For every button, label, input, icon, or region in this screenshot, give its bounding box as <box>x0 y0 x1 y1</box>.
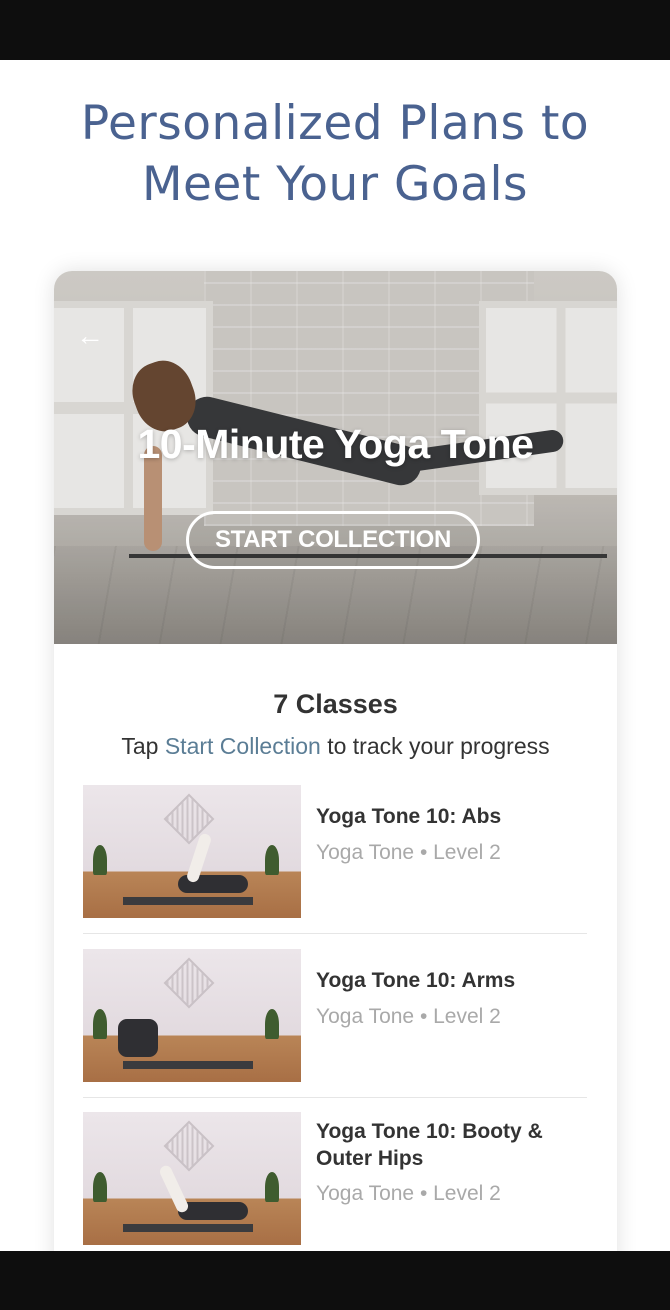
class-list-item[interactable]: Yoga Tone 10: Arms Yoga Tone • Level 2 <box>83 949 587 1089</box>
class-thumbnail <box>83 949 301 1082</box>
hero-image: ← 10-Minute Yoga Tone START COLLECTION <box>54 271 617 644</box>
class-title: Yoga Tone 10: Booty & Outer Hips <box>316 1120 543 1170</box>
plant-left <box>93 845 107 875</box>
thumb-legs <box>157 1163 191 1215</box>
collection-title: 10-Minute Yoga Tone <box>137 421 534 467</box>
thumb-mat <box>123 1224 253 1232</box>
system-status-bar <box>0 0 670 60</box>
plant-right <box>265 1009 279 1039</box>
start-collection-link[interactable]: Start Collection <box>165 733 321 759</box>
class-title: Yoga Tone 10: Abs <box>316 805 502 828</box>
class-thumbnail <box>83 785 301 918</box>
thumb-mat <box>123 1061 253 1069</box>
back-arrow-icon[interactable]: ← <box>76 321 106 351</box>
wall-emblem <box>163 957 215 1009</box>
class-list-item[interactable]: Yoga Tone 10: Abs Yoga Tone • Level 2 <box>83 785 587 925</box>
plant-right <box>265 845 279 875</box>
collection-card: ← 10-Minute Yoga Tone START COLLECTION 7… <box>54 271 617 1271</box>
class-thumbnail <box>83 1112 301 1245</box>
start-collection-button[interactable]: START COLLECTION <box>186 511 480 569</box>
hint-suffix: to track your progress <box>320 733 550 759</box>
plant-left <box>93 1172 107 1202</box>
plant-right <box>265 1172 279 1202</box>
system-nav-bar <box>0 1251 670 1310</box>
list-divider <box>83 933 587 934</box>
list-divider <box>83 1097 587 1098</box>
thumb-person <box>118 1019 158 1057</box>
thumb-mat <box>123 897 253 905</box>
wall-emblem <box>163 1120 215 1172</box>
headline-line-1: Personalized Plans to <box>80 96 590 151</box>
class-title: Yoga Tone 10: Arms <box>316 969 516 992</box>
page-headline: Personalized Plans to Meet Your Goals <box>0 93 670 215</box>
headline-line-2: Meet Your Goals <box>141 157 529 212</box>
class-meta: Yoga Tone • Level 2 <box>316 841 501 864</box>
class-meta: Yoga Tone • Level 2 <box>316 1005 501 1028</box>
classes-count: 7 Classes <box>273 689 398 719</box>
class-list-item[interactable]: Yoga Tone 10: Booty & Outer Hips Yoga To… <box>83 1112 587 1252</box>
hint-prefix: Tap <box>121 733 165 759</box>
class-meta: Yoga Tone • Level 2 <box>316 1182 501 1205</box>
thumb-person <box>178 1202 248 1220</box>
tap-hint: Tap Start Collection to track your progr… <box>54 733 617 760</box>
plant-left <box>93 1009 107 1039</box>
